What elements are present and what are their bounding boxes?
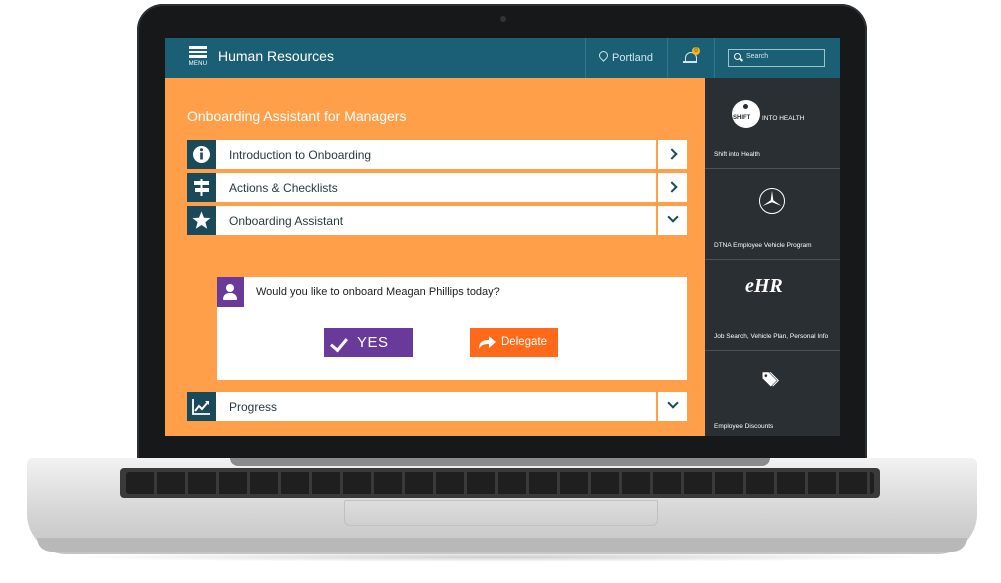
sidebar-item-caption: Employee Discounts [714, 423, 774, 430]
sidebar-item-caption: Shift into Health [714, 151, 760, 158]
hamburger-icon [189, 46, 207, 49]
expand-toggle[interactable] [656, 140, 687, 169]
hamburger-icon-bar [189, 55, 207, 58]
sidebar-item-vehicle-program[interactable]: DTNA Employee Vehicle Program [705, 169, 840, 260]
ehr-logo: eHR [745, 275, 783, 297]
main-content: Onboarding Assistant for Managers Introd… [165, 78, 705, 436]
laptop-shadow [60, 552, 940, 562]
header-divider [667, 38, 668, 78]
location-label: Portland [612, 52, 653, 64]
accordion-actions-checklists[interactable]: Actions & Checklists [187, 173, 687, 202]
sidebar-item-ehr[interactable]: eHR Job Search, Vehicle Plan, Personal I… [705, 260, 840, 351]
avatar-shoulders [223, 293, 237, 300]
chevron-down-icon [667, 397, 679, 409]
yes-button[interactable]: YES [324, 328, 413, 357]
laptop-base-lip [37, 538, 967, 552]
accordion-label: Introduction to Onboarding [229, 148, 372, 162]
page-title: Onboarding Assistant for Managers [187, 108, 407, 124]
hamburger-icon-bar [189, 50, 207, 53]
accordion-introduction[interactable]: Introduction to Onboarding [187, 140, 687, 169]
app-header: MENU Human Resources Portland 0 Search [165, 38, 840, 78]
collapse-toggle[interactable] [656, 206, 687, 235]
expand-toggle[interactable] [656, 392, 687, 421]
webcam [500, 16, 506, 22]
trend-chart-icon [187, 392, 216, 421]
menu-label: MENU [188, 60, 208, 67]
accordion-label: Actions & Checklists [229, 181, 338, 195]
checkmark-icon [330, 333, 348, 353]
logo-text: INTO HEALTH [762, 115, 805, 122]
sidebar-item-caption: Job Search, Vehicle Plan, Personal Info [714, 333, 829, 340]
price-tags-icon [762, 372, 779, 387]
header-divider [585, 38, 586, 78]
signpost-icon [187, 173, 216, 202]
menu-button[interactable]: MENU [185, 44, 211, 74]
user-avatar-icon [217, 277, 244, 307]
chevron-right-icon [666, 148, 678, 160]
search-placeholder: Search [746, 53, 769, 60]
shift-into-health-logo [732, 100, 760, 128]
sidebar-item-shift-into-health[interactable]: SHIFT INTO HEALTH Shift into Health [705, 78, 840, 169]
accordion-label: Progress [229, 400, 278, 414]
app-title: Human Resources [218, 48, 334, 64]
location-selector[interactable]: Portland [597, 49, 653, 64]
map-pin-icon [597, 49, 610, 62]
sidebar: SHIFT INTO HEALTH Shift into Health DTNA… [705, 78, 840, 436]
logo-text: SHIFT [733, 115, 751, 121]
keyboard-keys [126, 472, 874, 494]
sidebar-item-employee-discounts[interactable]: Employee Discounts [705, 351, 840, 436]
avatar-head [226, 284, 234, 292]
search-icon [734, 53, 741, 60]
chevron-down-icon [667, 211, 679, 223]
info-icon [187, 140, 216, 169]
yes-label: YES [357, 334, 389, 351]
delegate-button[interactable]: Delegate [470, 328, 558, 357]
laptop-screen: MENU Human Resources Portland 0 Search O… [165, 38, 840, 436]
delegate-label: Delegate [501, 336, 548, 348]
expand-toggle[interactable] [656, 173, 687, 202]
mercedes-star-icon [759, 188, 785, 214]
accordion-label: Onboarding Assistant [229, 214, 344, 228]
assistant-panel: Would you like to onboard Meagan Phillip… [217, 277, 687, 380]
sidebar-item-caption: DTNA Employee Vehicle Program [714, 242, 812, 249]
header-divider [714, 38, 715, 78]
search-input[interactable]: Search [728, 49, 825, 67]
notification-badge: 0 [692, 47, 700, 55]
star-icon [187, 206, 216, 235]
accordion-progress[interactable]: Progress [187, 392, 687, 421]
accordion-onboarding-assistant[interactable]: Onboarding Assistant [187, 206, 687, 235]
notifications-bell-icon[interactable]: 0 [683, 47, 700, 64]
share-arrow-icon [479, 336, 496, 349]
laptop-hinge [230, 458, 770, 466]
bell-base [683, 61, 697, 63]
trackpad [344, 500, 658, 526]
chevron-right-icon [666, 181, 678, 193]
assistant-question: Would you like to onboard Meagan Phillip… [256, 286, 500, 298]
